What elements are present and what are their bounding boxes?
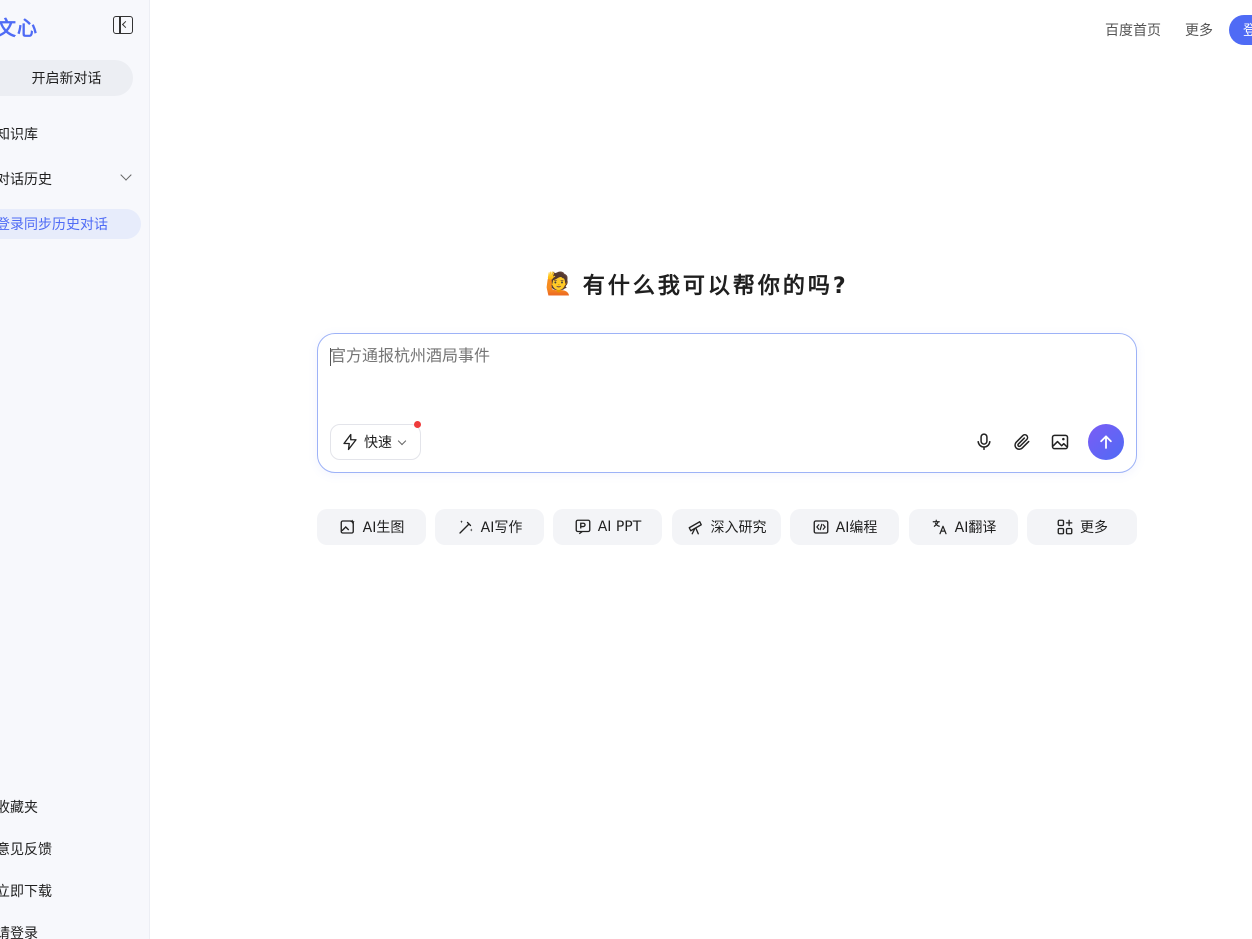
action-more[interactable]: 更多 (1027, 509, 1137, 545)
image-gen-icon (340, 519, 355, 534)
image-upload-icon[interactable] (1050, 432, 1070, 452)
sidebar-item-label: 意见反馈 (0, 842, 52, 858)
chat-input-box[interactable]: 快速 (317, 333, 1137, 473)
action-label: AI生图 (362, 520, 405, 536)
sidebar-item-favorites[interactable]: 收藏夹 (0, 797, 38, 817)
action-ai-coding[interactable]: AI编程 (790, 509, 899, 545)
greeting: 🙋 有什么我可以帮你的吗? (0, 268, 1252, 300)
action-label: AI PPT (597, 519, 642, 535)
action-ai-writing[interactable]: AI写作 (435, 509, 544, 545)
sidebar-item-label: 立即下载 (0, 884, 52, 900)
more-link[interactable]: 更多 (1185, 20, 1213, 40)
login-button[interactable]: 登录 (1229, 15, 1252, 45)
action-label: AI翻译 (954, 520, 997, 536)
new-chat-label: 开启新对话 (31, 71, 102, 87)
sync-login-label: 登录同步历史对话 (0, 217, 108, 233)
login-label: 登录 (1243, 23, 1252, 39)
new-chat-button[interactable]: 开启新对话 (0, 60, 133, 96)
action-label: 更多 (1080, 520, 1108, 536)
sidebar-item-login[interactable]: 请登录 (0, 923, 38, 939)
chat-input[interactable] (330, 346, 1120, 365)
action-ai-ppt[interactable]: AI PPT (553, 509, 662, 545)
sidebar-item-label: 对话历史 (0, 172, 52, 188)
sync-login-button[interactable]: 登录同步历史对话 (0, 209, 141, 239)
notification-dot (414, 421, 421, 428)
raising-hand-emoji-icon: 🙋 (545, 271, 573, 297)
action-ai-translate[interactable]: AI翻译 (909, 509, 1018, 545)
text-cursor (330, 348, 331, 366)
sidebar-item-download[interactable]: 立即下载 (0, 881, 52, 901)
greeting-title: 有什么我可以帮你的吗? (582, 274, 849, 299)
action-label: AI写作 (480, 520, 523, 536)
mode-label: 快速 (364, 435, 392, 451)
action-ai-image[interactable]: AI生图 (317, 509, 426, 545)
action-label: 深入研究 (710, 520, 767, 536)
grid-icon (1057, 519, 1073, 535)
send-button[interactable] (1088, 424, 1124, 460)
logo[interactable]: 文心 (0, 12, 38, 41)
sidebar-collapse-icon[interactable] (113, 16, 133, 34)
chevron-down-icon[interactable] (120, 169, 132, 181)
lightning-icon (343, 433, 357, 451)
code-icon (813, 520, 829, 534)
arrow-up-icon (1100, 435, 1112, 449)
sidebar: 文心 开启新对话 知识库 对话历史 登录同步历史对话 收藏夹 意见反馈 立即下载… (0, 0, 150, 939)
pen-icon (458, 520, 473, 534)
ppt-icon (575, 519, 591, 535)
sidebar-item-label: 知识库 (0, 127, 38, 143)
sidebar-item-knowledge[interactable]: 知识库 (0, 124, 38, 144)
chevron-down-icon (397, 436, 407, 445)
sidebar-item-history[interactable]: 对话历史 (0, 169, 52, 189)
sidebar-item-feedback[interactable]: 意见反馈 (0, 839, 52, 859)
sidebar-item-label: 收藏夹 (0, 800, 38, 816)
microphone-icon[interactable] (974, 432, 994, 452)
attachment-icon[interactable] (1012, 432, 1032, 452)
mode-selector[interactable]: 快速 (330, 421, 421, 460)
quick-actions: AI生图 AI写作 AI PPT 深入研究 AI编程 AI翻译 更多 (317, 509, 1137, 545)
translate-icon (932, 519, 947, 535)
baidu-home-link[interactable]: 百度首页 (1105, 20, 1161, 40)
sidebar-item-label: 请登录 (0, 926, 38, 939)
action-label: AI编程 (835, 520, 878, 536)
action-deep-research[interactable]: 深入研究 (672, 509, 781, 545)
telescope-icon (688, 521, 702, 535)
